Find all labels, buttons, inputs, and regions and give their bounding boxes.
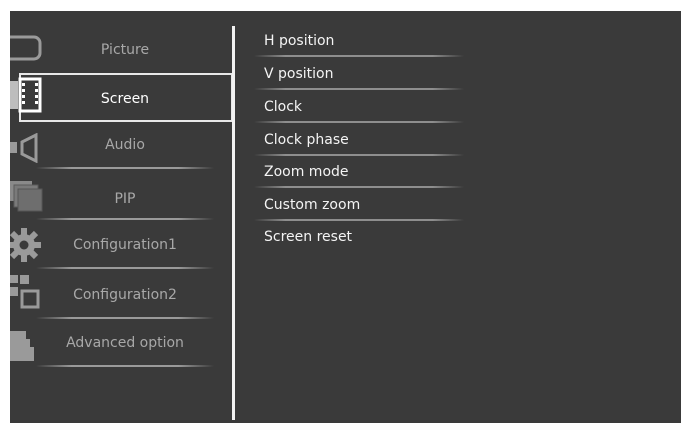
menu-item-configuration1[interactable]: Configuration1	[10, 225, 232, 275]
menu-item-screen[interactable]: Screen	[10, 73, 232, 123]
menu-item-label: Advanced option	[66, 335, 184, 351]
menu-separator	[36, 365, 214, 367]
submenu-item-label: Clock	[264, 99, 303, 115]
submenu-item-label: Clock phase	[264, 132, 349, 148]
menu-item-configuration2[interactable]: Configuration2	[10, 275, 232, 325]
submenu-separator	[254, 88, 464, 90]
menu-item-label: Configuration2	[73, 287, 177, 303]
menu-separator	[36, 267, 214, 269]
submenu-item-zoom-mode[interactable]: Zoom mode	[254, 162, 464, 194]
submenu-item-h-position[interactable]: H position	[254, 31, 464, 63]
submenu-item-label: Custom zoom	[264, 197, 361, 213]
submenu-item-clock-phase[interactable]: Clock phase	[254, 130, 464, 162]
submenu-item-label: V position	[264, 66, 334, 82]
submenu-item-label: H position	[264, 33, 335, 49]
gear-icon	[10, 228, 41, 262]
submenu-item-clock[interactable]: Clock	[254, 97, 464, 129]
speaker-icon	[10, 133, 38, 163]
menu-item-label: Audio	[105, 137, 145, 153]
menu-separator	[36, 317, 214, 319]
submenu-separator	[254, 121, 464, 123]
submenu-item-label: Screen reset	[264, 229, 353, 245]
submenu-separator	[254, 154, 464, 156]
menu-item-label: Configuration1	[73, 237, 177, 253]
film-strip-icon	[10, 77, 42, 113]
submenu-item-label: Zoom mode	[264, 164, 349, 180]
stacked-screens-icon	[10, 181, 43, 212]
submenu-item-v-position[interactable]: V position	[254, 64, 464, 96]
menu-item-picture[interactable]: Picture	[10, 25, 232, 75]
grid-squares-icon	[10, 275, 40, 309]
menu-item-audio[interactable]: Audio	[10, 125, 232, 175]
submenu-item-screen-reset[interactable]: Screen reset	[264, 227, 464, 259]
submenu-separator	[254, 55, 464, 57]
menu-item-advanced-option[interactable]: Advanced option	[10, 325, 232, 375]
menu-item-label: PIP	[114, 191, 136, 207]
menu-divider	[232, 26, 235, 420]
submenu-item-custom-zoom[interactable]: Custom zoom	[254, 195, 464, 227]
submenu-separator	[254, 219, 464, 221]
menu-separator	[36, 218, 214, 220]
menu-item-label: Screen	[100, 91, 150, 107]
osd-menu-screen: Picture Screen Audio PIP Configuration1 …	[10, 11, 681, 423]
staircase-icon	[10, 331, 34, 361]
monitor-icon	[10, 35, 42, 61]
menu-separator	[36, 167, 214, 169]
menu-item-pip[interactable]: PIP	[10, 175, 232, 225]
submenu-separator	[254, 186, 464, 188]
menu-item-label: Picture	[100, 42, 150, 58]
